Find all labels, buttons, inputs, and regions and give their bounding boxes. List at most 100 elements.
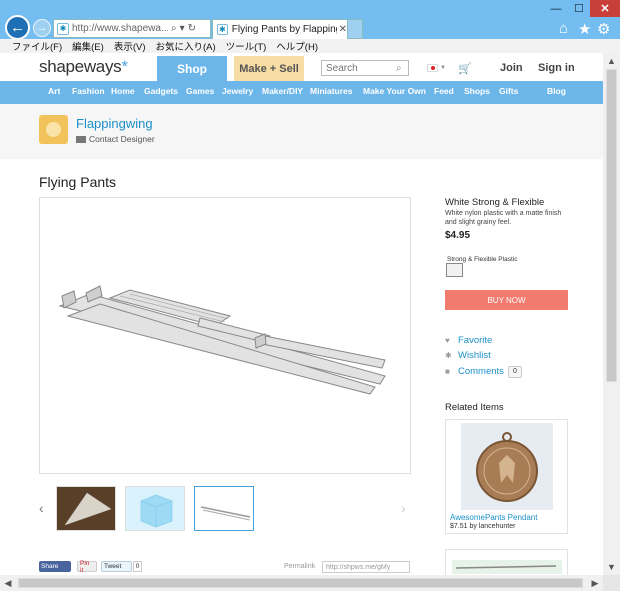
designer-name-link[interactable]: Flappingwing bbox=[76, 116, 153, 131]
chevron-right-icon[interactable]: › bbox=[401, 500, 406, 516]
vertical-scroll-thumb[interactable] bbox=[606, 69, 617, 382]
nav-home[interactable]: Home bbox=[111, 86, 135, 96]
cart-icon[interactable]: 🛒 bbox=[458, 62, 472, 75]
sign-in-link[interactable]: Sign in bbox=[538, 62, 575, 74]
avatar[interactable] bbox=[39, 115, 68, 144]
nav-feed[interactable]: Feed bbox=[434, 86, 454, 96]
nav-jewelry[interactable]: Jewelry bbox=[222, 86, 253, 96]
nav-shops[interactable]: Shops bbox=[464, 86, 490, 96]
make-sell-tab[interactable]: Make + Sell bbox=[234, 56, 304, 81]
nav-maker-diy[interactable]: Maker/DIY bbox=[262, 86, 303, 96]
designer-strip: Flappingwing Contact Designer bbox=[0, 104, 603, 159]
vertical-scrollbar[interactable]: ▲ ▼ bbox=[603, 53, 620, 575]
shop-tab[interactable]: Shop bbox=[157, 56, 227, 81]
new-tab-button[interactable] bbox=[348, 19, 363, 39]
nav-miniatures[interactable]: Miniatures bbox=[310, 86, 353, 96]
contact-designer-link[interactable]: Contact Designer bbox=[89, 134, 155, 144]
wishlist-link[interactable]: ✱ Wishlist bbox=[445, 350, 491, 361]
forward-button[interactable]: → bbox=[33, 19, 51, 37]
gear-icon[interactable]: ⚙ bbox=[597, 20, 610, 38]
share-bar: Share Pin it Tweet 0 Permalink bbox=[39, 560, 411, 575]
related-items-title: Related Items bbox=[445, 402, 504, 413]
related-item-meta: $7.51 by lancehunter bbox=[450, 523, 515, 530]
scroll-left-icon[interactable]: ◀ bbox=[0, 575, 16, 591]
tweet-button[interactable]: Tweet bbox=[101, 561, 132, 572]
permalink-field[interactable] bbox=[322, 561, 410, 573]
close-window-icon[interactable]: ✕ bbox=[590, 0, 620, 17]
heart-icon: ♥ bbox=[445, 336, 450, 345]
menu-view[interactable]: 表示(V) bbox=[114, 39, 146, 53]
product-image[interactable] bbox=[39, 197, 411, 474]
price: $4.95 bbox=[445, 230, 471, 241]
search-icon[interactable]: ⌕ bbox=[396, 63, 402, 74]
related-item-author[interactable]: lancehunter bbox=[479, 523, 516, 530]
nav-blog[interactable]: Blog bbox=[547, 86, 566, 96]
tab-favicon-icon: ✱ bbox=[217, 24, 228, 35]
menu-help[interactable]: ヘルプ(H) bbox=[276, 39, 318, 53]
nav-fashion[interactable]: Fashion bbox=[72, 86, 105, 96]
japan-flag-icon[interactable] bbox=[427, 64, 438, 72]
chevron-left-icon[interactable]: ‹ bbox=[39, 500, 44, 516]
thumbnail-1[interactable] bbox=[56, 486, 116, 531]
thumbnail-2[interactable] bbox=[125, 486, 185, 531]
permalink-label: Permalink bbox=[284, 563, 316, 570]
comments-count: 0 bbox=[508, 366, 522, 378]
refresh-icon[interactable]: ↻ bbox=[188, 23, 196, 34]
related-item-name[interactable]: AwesomePants Pendant bbox=[450, 513, 537, 522]
comments-link[interactable]: ■ Comments bbox=[445, 366, 504, 377]
search-icon[interactable]: ⌕ bbox=[171, 23, 177, 34]
nav-art[interactable]: Art bbox=[48, 86, 60, 96]
facebook-share-button[interactable]: Share bbox=[39, 561, 71, 572]
wishlist-label: Wishlist bbox=[458, 350, 491, 361]
menu-file[interactable]: ファイル(F) bbox=[12, 39, 62, 53]
favorite-link[interactable]: ♥ Favorite bbox=[445, 335, 492, 346]
mail-icon bbox=[76, 136, 86, 143]
scroll-up-icon[interactable]: ▲ bbox=[603, 53, 620, 69]
address-bar[interactable]: ✱ http://www.shapewa... ⌕ ▾ ↻ bbox=[53, 19, 211, 38]
tab-title: Flying Pants by Flapping... bbox=[231, 24, 337, 35]
search-input[interactable] bbox=[326, 62, 396, 74]
comments-label: Comments bbox=[458, 366, 504, 377]
nav-games[interactable]: Games bbox=[186, 86, 214, 96]
home-icon[interactable]: ⌂ bbox=[559, 20, 568, 37]
logo-text: shapeways bbox=[39, 57, 122, 76]
search-box[interactable]: ⌕ bbox=[321, 60, 409, 76]
related-item-card-2[interactable] bbox=[445, 549, 568, 575]
browser-tab[interactable]: ✱ Flying Pants by Flapping... ✕ bbox=[212, 19, 348, 39]
gear-icon: ✱ bbox=[445, 351, 452, 360]
pinterest-button[interactable]: Pin it bbox=[77, 560, 97, 574]
related-item-2-image bbox=[452, 560, 562, 574]
dropdown-icon[interactable]: ▾ bbox=[180, 23, 185, 34]
join-link[interactable]: Join bbox=[500, 62, 523, 74]
pendant-image bbox=[476, 432, 538, 502]
related-item-image[interactable] bbox=[461, 423, 553, 510]
shapeways-logo[interactable]: shapeways* bbox=[39, 57, 128, 77]
favorites-star-icon[interactable]: ★ bbox=[578, 20, 591, 38]
site-favicon-icon: ✱ bbox=[57, 22, 69, 35]
horizontal-scroll-thumb[interactable] bbox=[18, 578, 583, 588]
scrollbar-corner bbox=[603, 575, 620, 591]
buy-now-button[interactable]: BUY NOW bbox=[445, 290, 568, 310]
menu-favorites[interactable]: お気に入り(A) bbox=[155, 39, 215, 53]
nav-gadgets[interactable]: Gadgets bbox=[144, 86, 178, 96]
horizontal-scrollbar[interactable]: ◀ ▶ bbox=[0, 575, 603, 591]
chevron-down-icon[interactable]: ▼ bbox=[440, 65, 446, 71]
url-text[interactable]: http://www.shapewa... bbox=[72, 23, 168, 34]
menu-bar: ファイル(F) 編集(E) 表示(V) お気に入り(A) ツール(T) ヘルプ(… bbox=[0, 39, 620, 53]
product-title: Flying Pants bbox=[39, 174, 117, 190]
nav-make-your-own[interactable]: Make Your Own bbox=[363, 86, 426, 96]
tab-close-icon[interactable]: ✕ bbox=[339, 24, 347, 35]
minimize-icon[interactable]: — bbox=[544, 0, 568, 17]
related-item-card[interactable]: AwesomePants Pendant $7.51 by lancehunte… bbox=[445, 419, 568, 534]
favorite-label: Favorite bbox=[458, 335, 493, 346]
scroll-right-icon[interactable]: ▶ bbox=[587, 575, 603, 591]
menu-edit[interactable]: 編集(E) bbox=[72, 39, 104, 53]
thumbnail-3-selected[interactable] bbox=[194, 486, 254, 531]
back-button[interactable]: ← bbox=[5, 15, 30, 40]
menu-tools[interactable]: ツール(T) bbox=[226, 39, 267, 53]
scroll-down-icon[interactable]: ▼ bbox=[603, 559, 620, 575]
material-name: White Strong & Flexible bbox=[445, 197, 545, 208]
maximize-icon[interactable]: ☐ bbox=[568, 0, 590, 17]
nav-gifts[interactable]: Gifts bbox=[499, 86, 518, 96]
material-swatch[interactable] bbox=[446, 263, 463, 277]
